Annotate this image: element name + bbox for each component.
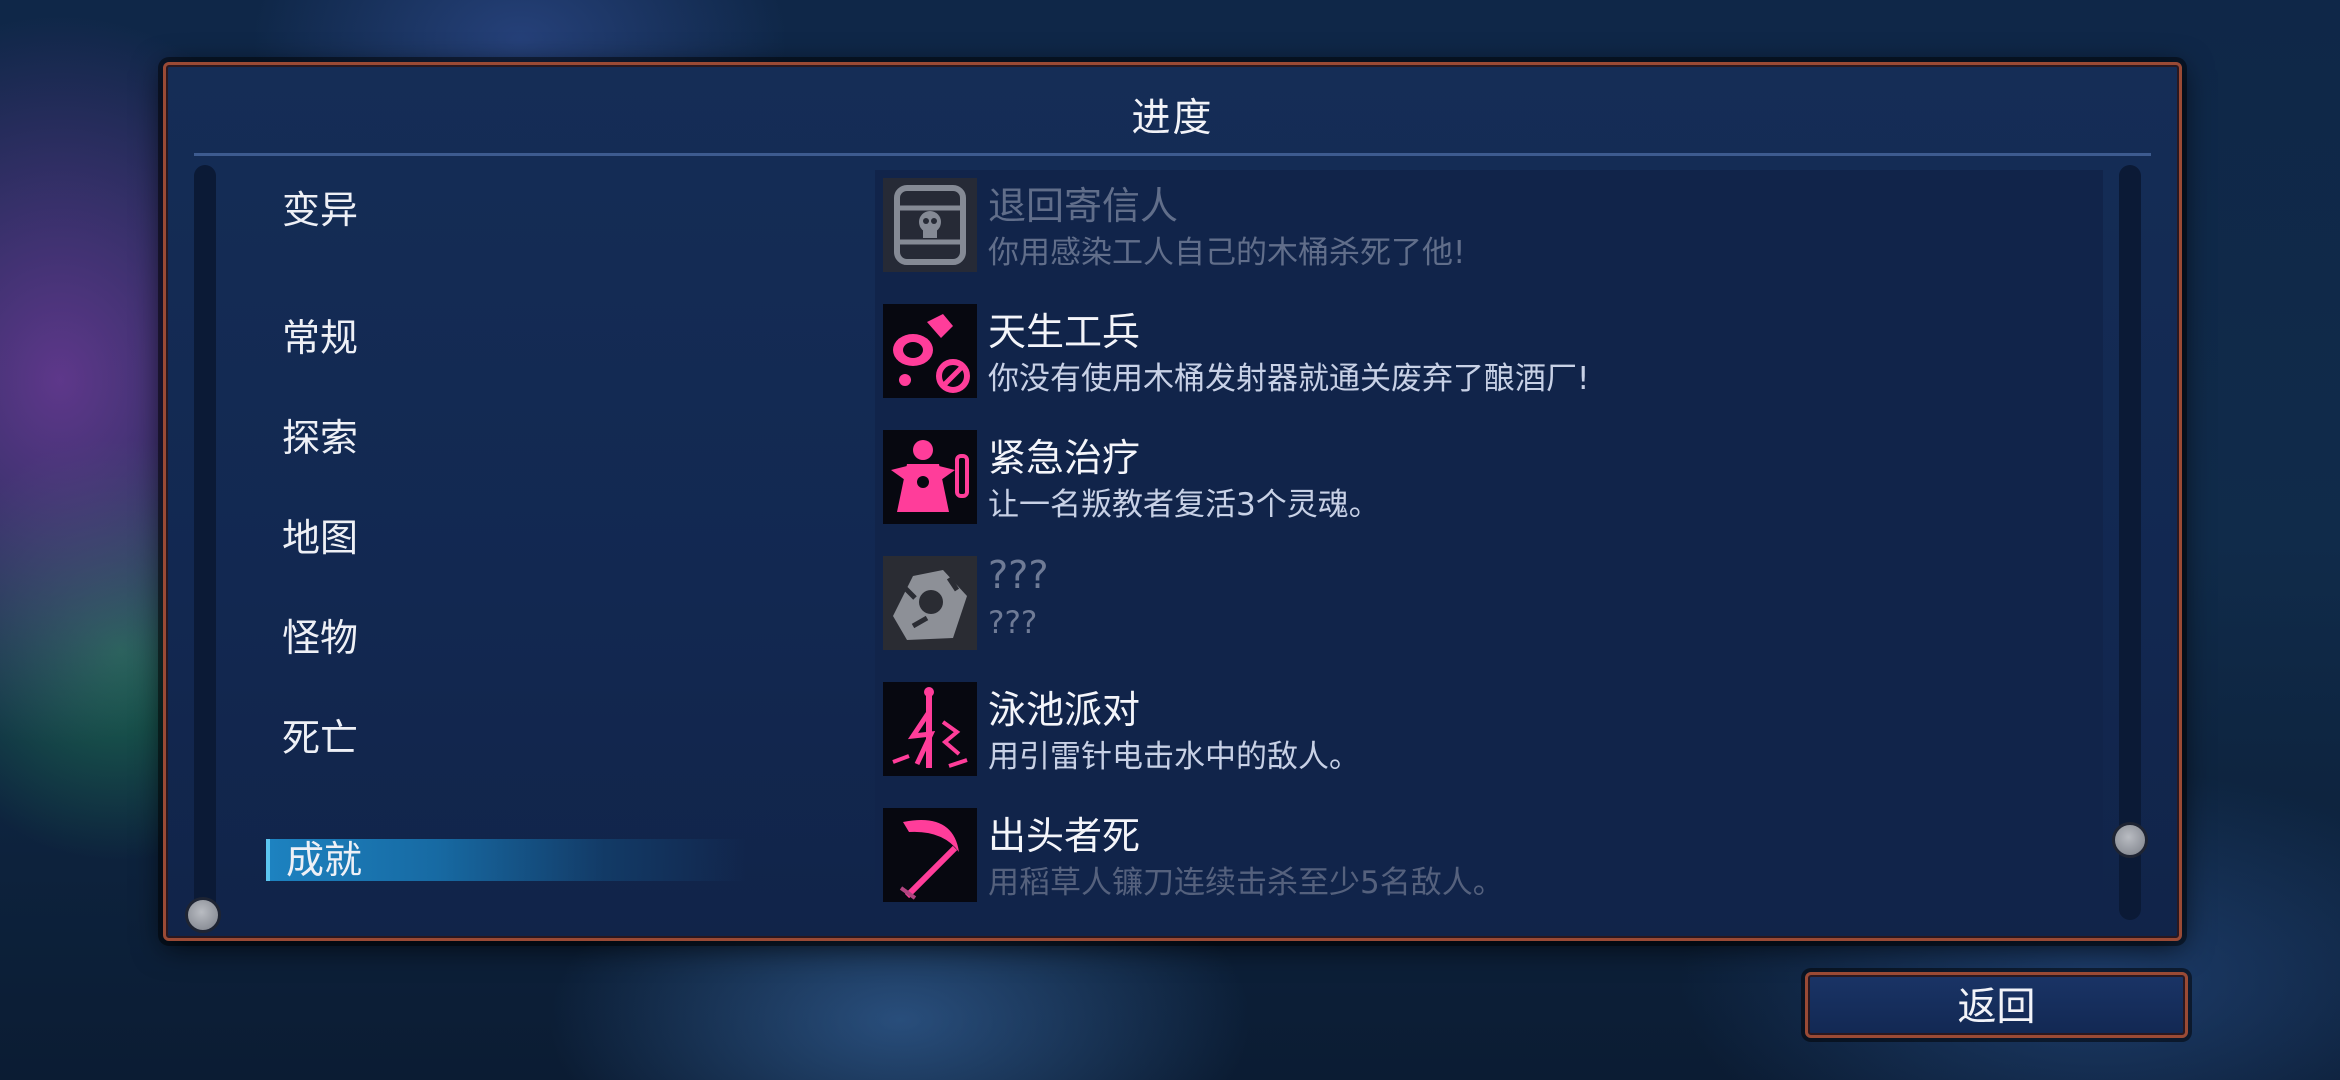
menu-item-exploration[interactable]: 探索 — [282, 407, 358, 462]
title-divider — [194, 153, 2151, 156]
hidden-achievement-icon — [883, 556, 977, 650]
achievement-name: 泳池派对 — [988, 688, 1141, 732]
menu-item-map[interactable]: 地图 — [282, 507, 358, 562]
achievement-name: 出头者死 — [988, 814, 1141, 858]
achievement-description: 你没有使用木桶发射器就通关废弃了酿酒厂! — [988, 361, 1590, 397]
achievement-item[interactable]: 出头者死 用稻草人镰刀连续击杀至少5名敌人。 — [875, 800, 2103, 913]
achievement-item[interactable]: 天生工兵 你没有使用木桶发射器就通关废弃了酿酒厂! — [875, 296, 2103, 422]
explosive-barrels-icon — [883, 304, 977, 398]
menu-scrollbar[interactable] — [194, 165, 216, 913]
achievement-description: 用引雷针电击水中的敌人。 — [988, 739, 1360, 775]
lightning-rod-icon — [883, 682, 977, 776]
menu-item-deaths[interactable]: 死亡 — [282, 707, 358, 762]
barrel-skull-icon — [883, 178, 977, 272]
achievement-name: ??? — [988, 553, 1049, 597]
renegade-revive-icon — [883, 430, 977, 524]
achievement-item[interactable]: ??? ??? — [875, 548, 2103, 674]
menu-item-general[interactable]: 常规 — [282, 307, 358, 362]
achievement-name: 紧急治疗 — [988, 436, 1141, 480]
achievement-description: 你用感染工人自己的木桶杀死了他! — [988, 235, 1466, 271]
achievement-name: 退回寄信人 — [988, 184, 1179, 228]
achievement-item[interactable]: 退回寄信人 你用感染工人自己的木桶杀死了他! — [875, 170, 2103, 296]
menu-item-mutations[interactable]: 变异 — [282, 179, 358, 234]
achievement-name: 天生工兵 — [988, 310, 1141, 354]
achievement-list[interactable]: 退回寄信人 你用感染工人自己的木桶杀死了他! 天生工兵 你没有使用木桶发射器就通… — [875, 170, 2103, 913]
menu-item-achievements[interactable]: 成就 — [266, 839, 746, 881]
list-scroll-knob[interactable] — [2112, 822, 2148, 858]
panel-title: 进度 — [1131, 96, 1214, 141]
achievement-item[interactable]: 紧急治疗 让一名叛教者复活3个灵魂。 — [875, 422, 2103, 548]
achievement-description: 让一名叛教者复活3个灵魂。 — [988, 487, 1380, 523]
scythe-icon — [883, 808, 977, 902]
back-button[interactable]: 返回 — [1805, 972, 2188, 1038]
progress-panel: 进度 变异 常规 探索 地图 怪物 死亡 成就 退回寄信人 你用感染工人自己的木… — [163, 62, 2182, 941]
achievement-item[interactable]: 泳池派对 用引雷针电击水中的敌人。 — [875, 674, 2103, 800]
menu-item-monsters[interactable]: 怪物 — [282, 607, 358, 662]
list-scrollbar[interactable] — [2119, 165, 2141, 920]
menu-scroll-knob[interactable] — [185, 897, 221, 933]
achievement-description: 用稻草人镰刀连续击杀至少5名敌人。 — [988, 865, 1504, 901]
achievement-description: ??? — [988, 605, 1038, 641]
